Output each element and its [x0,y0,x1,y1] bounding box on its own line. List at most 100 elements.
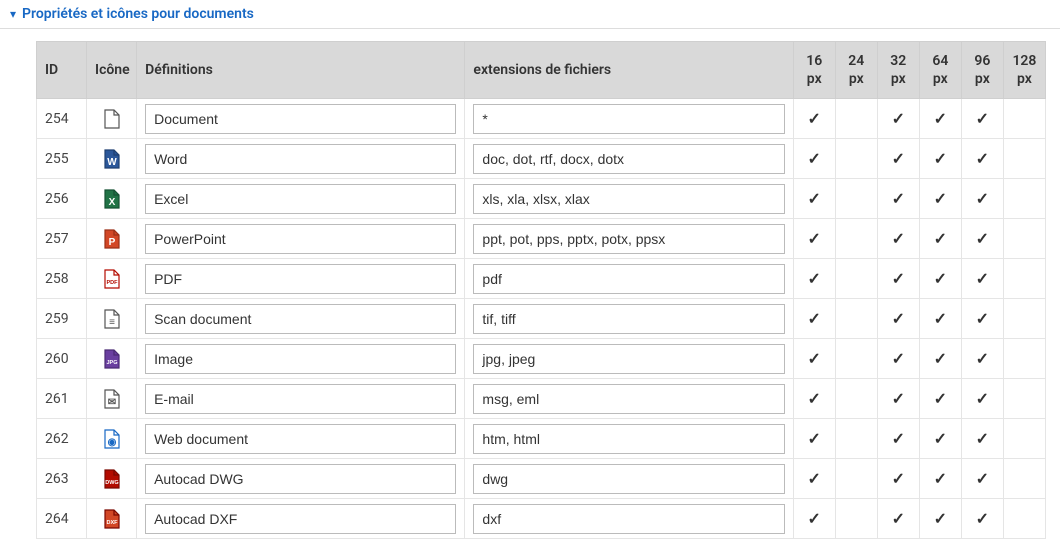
size-24-cell[interactable] [835,139,877,179]
size-24-cell[interactable] [835,259,877,299]
size-24-cell[interactable] [835,379,877,419]
size-24-cell[interactable] [835,419,877,459]
definition-input[interactable] [145,264,456,294]
definition-input[interactable] [145,464,456,494]
scanner-icon[interactable]: ≡ [87,299,137,339]
size-32-cell[interactable]: ✓ [877,99,919,139]
definition-input[interactable] [145,504,456,534]
size-96-cell[interactable]: ✓ [961,99,1003,139]
extensions-input[interactable] [473,224,784,254]
dwg-icon[interactable]: DWG [87,459,137,499]
definition-input[interactable] [145,424,456,454]
size-32-cell[interactable]: ✓ [877,379,919,419]
col-size-96[interactable]: 96px [961,42,1003,99]
size-128-cell[interactable] [1003,259,1045,299]
col-size-64[interactable]: 64px [919,42,961,99]
email-icon[interactable]: ✉ [87,379,137,419]
extensions-input[interactable] [473,264,784,294]
extensions-input[interactable] [473,504,784,534]
extensions-input[interactable] [473,104,784,134]
size-64-cell[interactable]: ✓ [919,499,961,539]
size-16-cell[interactable]: ✓ [793,99,835,139]
size-32-cell[interactable]: ✓ [877,459,919,499]
size-24-cell[interactable] [835,219,877,259]
size-128-cell[interactable] [1003,99,1045,139]
size-96-cell[interactable]: ✓ [961,379,1003,419]
size-32-cell[interactable]: ✓ [877,299,919,339]
size-32-cell[interactable]: ✓ [877,139,919,179]
size-96-cell[interactable]: ✓ [961,339,1003,379]
size-128-cell[interactable] [1003,139,1045,179]
size-16-cell[interactable]: ✓ [793,499,835,539]
excel-icon[interactable]: X [87,179,137,219]
powerpoint-icon[interactable]: P [87,219,137,259]
col-extensions[interactable]: extensions de fichiers [465,42,793,99]
panel-header[interactable]: ▾ Propriétés et icônes pour documents [0,0,1060,29]
size-96-cell[interactable]: ✓ [961,419,1003,459]
size-24-cell[interactable] [835,179,877,219]
size-128-cell[interactable] [1003,459,1045,499]
size-24-cell[interactable] [835,499,877,539]
size-96-cell[interactable]: ✓ [961,139,1003,179]
size-24-cell[interactable] [835,339,877,379]
extensions-input[interactable] [473,184,784,214]
dxf-icon[interactable]: DXF [87,499,137,539]
col-size-16[interactable]: 16px [793,42,835,99]
extensions-input[interactable] [473,464,784,494]
size-64-cell[interactable]: ✓ [919,139,961,179]
size-64-cell[interactable]: ✓ [919,99,961,139]
web-icon[interactable]: ◉ [87,419,137,459]
definition-input[interactable] [145,384,456,414]
col-size-24[interactable]: 24px [835,42,877,99]
size-32-cell[interactable]: ✓ [877,419,919,459]
col-id[interactable]: ID [37,42,87,99]
col-size-32[interactable]: 32px [877,42,919,99]
definition-input[interactable] [145,224,456,254]
size-96-cell[interactable]: ✓ [961,499,1003,539]
size-32-cell[interactable]: ✓ [877,339,919,379]
size-96-cell[interactable]: ✓ [961,219,1003,259]
size-24-cell[interactable] [835,99,877,139]
size-128-cell[interactable] [1003,179,1045,219]
size-128-cell[interactable] [1003,499,1045,539]
size-96-cell[interactable]: ✓ [961,459,1003,499]
col-icon[interactable]: Icône [87,42,137,99]
size-16-cell[interactable]: ✓ [793,379,835,419]
definition-input[interactable] [145,144,456,174]
size-16-cell[interactable]: ✓ [793,139,835,179]
image-icon[interactable]: JPG [87,339,137,379]
size-96-cell[interactable]: ✓ [961,299,1003,339]
col-definitions[interactable]: Définitions [137,42,465,99]
size-64-cell[interactable]: ✓ [919,299,961,339]
size-64-cell[interactable]: ✓ [919,259,961,299]
definition-input[interactable] [145,184,456,214]
size-128-cell[interactable] [1003,299,1045,339]
pdf-icon[interactable]: PDF [87,259,137,299]
word-icon[interactable]: W [87,139,137,179]
col-size-128[interactable]: 128px [1003,42,1045,99]
size-128-cell[interactable] [1003,219,1045,259]
extensions-input[interactable] [473,424,784,454]
size-128-cell[interactable] [1003,379,1045,419]
definition-input[interactable] [145,344,456,374]
size-64-cell[interactable]: ✓ [919,379,961,419]
document-icon[interactable] [87,99,137,139]
size-32-cell[interactable]: ✓ [877,259,919,299]
size-64-cell[interactable]: ✓ [919,419,961,459]
size-96-cell[interactable]: ✓ [961,259,1003,299]
definition-input[interactable] [145,304,456,334]
extensions-input[interactable] [473,384,784,414]
size-16-cell[interactable]: ✓ [793,219,835,259]
size-64-cell[interactable]: ✓ [919,339,961,379]
size-32-cell[interactable]: ✓ [877,179,919,219]
size-96-cell[interactable]: ✓ [961,179,1003,219]
size-128-cell[interactable] [1003,339,1045,379]
definition-input[interactable] [145,104,456,134]
size-16-cell[interactable]: ✓ [793,179,835,219]
extensions-input[interactable] [473,344,784,374]
size-64-cell[interactable]: ✓ [919,179,961,219]
size-16-cell[interactable]: ✓ [793,299,835,339]
size-24-cell[interactable] [835,459,877,499]
extensions-input[interactable] [473,304,784,334]
size-64-cell[interactable]: ✓ [919,219,961,259]
